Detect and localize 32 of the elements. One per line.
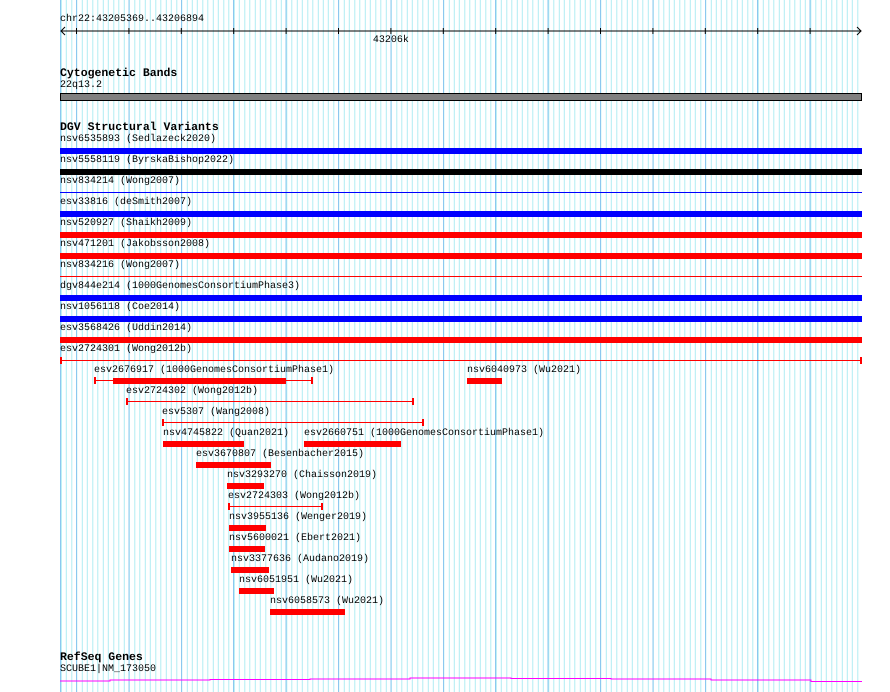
variant-label: nsv6051951 (Wu2021) <box>239 575 354 587</box>
variant-label: nsv5600021 (Ebert2021) <box>229 533 362 545</box>
variant-label: esv2724302 (Wong2012b) <box>126 386 258 398</box>
variant-label: nsv1056118 (Coe2014) <box>60 302 182 314</box>
variant-label: esv2724301 (Wong2012b) <box>60 344 194 356</box>
variant-label: esv2676917 (1000GenomesConsortiumPhase1) <box>94 365 334 377</box>
variant-label: nsv471201 (Jakobsson2008) <box>60 239 212 251</box>
variant-label: esv2724303 (Wong2012b) <box>228 491 360 503</box>
track-title: Cytogenetic Bands <box>60 68 178 80</box>
variant-label: nsv5558119 (ByrskaBishop2022) <box>60 155 236 167</box>
variant-label: nsv834214 (Wong2007) <box>60 176 182 188</box>
variant-label: esv33816 (deSmith2007) <box>60 197 194 209</box>
gene-label: SCUBE1|NM_173050 <box>60 664 158 676</box>
location-label: chr22:43205369..43206894 <box>60 14 204 26</box>
variant-label: nsv6040973 (Wu2021) <box>467 365 582 377</box>
track-title: DGV Structural Variants <box>60 122 219 134</box>
variant-label: nsv834216 (Wong2007) <box>60 260 182 272</box>
variant-label: nsv6058573 (Wu2021) <box>270 596 384 608</box>
variant-label: nsv6535893 (Sedlazeck2020) <box>60 134 218 146</box>
variant-label: esv3670807 (Besenbacher2015) <box>196 449 364 461</box>
track-title: RefSeq Genes <box>60 652 143 664</box>
variant-label: nsv3955136 (Wenger2019) <box>229 512 368 524</box>
variant-label: nsv520927 (Shaikh2009) <box>60 218 194 230</box>
variant-label: nsv3377636 (Audano2019) <box>231 554 370 566</box>
variant-label: esv2660751 (1000GenomesConsortiumPhase1) <box>304 428 544 440</box>
variant-label: nsv4745822 (Quan2021) <box>163 428 290 440</box>
variant-label: dgv844e214 (1000GenomesConsortiumPhase3) <box>60 281 302 293</box>
tick-label: 43206k <box>372 35 409 47</box>
variant-label: esv5307 (Wang2008) <box>162 407 270 419</box>
band-label: 22q13.2 <box>60 80 104 92</box>
variant-label: nsv3293270 (Chaisson2019) <box>227 470 378 482</box>
variant-label: esv3568426 (Uddin2014) <box>60 323 194 335</box>
